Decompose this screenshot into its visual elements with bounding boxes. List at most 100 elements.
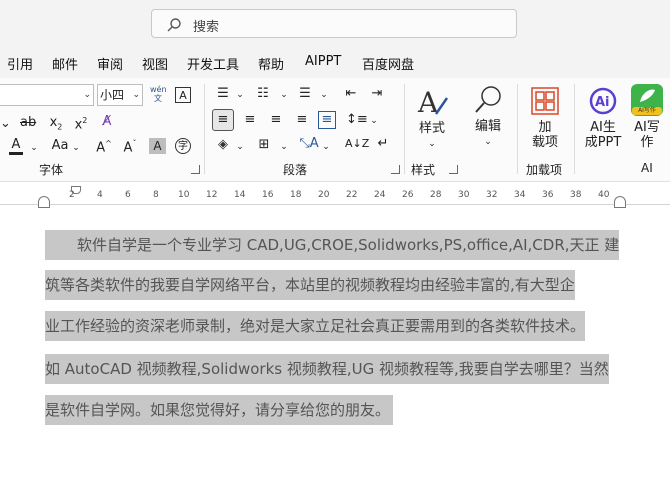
svg-text:Ai: Ai [595, 95, 610, 110]
tab-view[interactable]: 视图 [142, 54, 168, 73]
strikethrough-icon[interactable]: ab [20, 115, 36, 131]
ruler-tick: 18 [290, 190, 302, 200]
tab-baidu-netdisk[interactable]: 百度网盘 [362, 54, 414, 73]
justify-icon[interactable]: ≡ [293, 112, 311, 128]
subscript-icon[interactable]: x2 [49, 115, 63, 136]
grow-font-icon[interactable]: A^ [96, 136, 112, 156]
change-case-icon[interactable]: Aa [50, 138, 70, 154]
shading-icon[interactable]: ◈ [214, 137, 232, 153]
tab-developer[interactable]: 开发工具 [187, 54, 239, 73]
group-divider [404, 84, 405, 174]
chevron-down-icon[interactable]: ⌄ [427, 136, 437, 152]
ruler-tick: 6 [125, 190, 131, 200]
ai-write-label-line2[interactable]: 作 [631, 135, 663, 151]
align-left-icon: ≡ [217, 112, 229, 127]
styles-dialog-launcher-icon[interactable] [449, 165, 458, 174]
ruler-area: 2 4 6 8 10 12 14 16 18 20 22 24 26 28 30… [0, 182, 670, 212]
chevron-down-icon[interactable]: ⌄ [370, 113, 378, 129]
tab-review[interactable]: 审阅 [97, 54, 123, 73]
ai-write-label-line1[interactable]: AI写 [631, 120, 663, 136]
chevron-down-icon[interactable]: ⌄ [483, 134, 493, 150]
ai-ppt-icon[interactable]: Ai [588, 87, 618, 115]
phonetic-bottom: 文 [154, 94, 162, 103]
text-direction-icon[interactable]: ⤡A [298, 136, 320, 152]
chevron-down-icon[interactable]: ⌄ [0, 116, 11, 132]
document-line[interactable]: 是软件自学网。如果您觉得好，请分享给您的朋友。 [45, 395, 394, 425]
document-page[interactable]: 软件自学是一个专业学习 CAD,UG,CROE,Solidworks,PS,of… [0, 212, 670, 478]
clear-formatting-icon[interactable]: A̸ [99, 114, 115, 130]
chevron-down-icon[interactable]: ⌄ [280, 139, 288, 155]
ruler-tick: 22 [346, 190, 358, 200]
ruler-tick: 12 [206, 190, 218, 200]
addins-label-line2[interactable]: 载项 [528, 135, 562, 151]
tab-aippt[interactable]: AIPPT [305, 54, 341, 69]
phonetic-guide-icon[interactable]: wén 文 [150, 85, 167, 103]
ai-ppt-label-line2[interactable]: 成PPT [583, 135, 623, 151]
chevron-down-icon[interactable]: ⌄ [30, 140, 38, 156]
chevron-down-icon[interactable]: ⌄ [320, 87, 328, 103]
find-icon[interactable] [473, 84, 503, 116]
ruler-tick: 36 [542, 190, 554, 200]
tab-references[interactable]: 引用 [7, 54, 33, 73]
chevron-down-icon[interactable]: ⌄ [322, 139, 330, 155]
ruler-tick: 8 [153, 190, 159, 200]
multilevel-list-icon[interactable]: ☰ [296, 86, 314, 102]
ai-write-icon[interactable]: AI写作 [631, 84, 663, 116]
ruler-tick: 4 [97, 190, 103, 200]
styles-button-label[interactable]: 样式 [417, 121, 447, 137]
ai-write-badge: AI写作 [632, 107, 662, 115]
document-line[interactable]: 业工作经验的资深老师录制，绝对是大家立足社会真正要需用到的各类软件技术。 [45, 311, 586, 341]
horizontal-ruler[interactable]: 2 4 6 8 10 12 14 16 18 20 22 24 26 28 30… [0, 186, 670, 205]
group-divider [517, 84, 518, 174]
ruler-tick: 38 [570, 190, 582, 200]
align-left-button[interactable]: ≡ [212, 109, 234, 131]
enclose-characters-icon[interactable]: 字 [175, 138, 191, 154]
document-line[interactable]: 如 AutoCAD 视频教程,Solidworks 视频教程,UG 视频教程等,… [45, 354, 609, 384]
font-size-select[interactable]: 小四 ⌄ [97, 84, 143, 106]
bullets-icon[interactable]: ☰ [214, 86, 232, 102]
superscript-icon[interactable]: x2 [74, 113, 88, 133]
font-name-select[interactable]: ⌄ [0, 84, 94, 106]
align-right-icon[interactable]: ≡ [267, 112, 285, 128]
line-spacing-icon[interactable]: ↕≡ [346, 112, 368, 128]
font-color-icon[interactable]: A [9, 138, 23, 155]
paragraph-dialog-launcher-icon[interactable] [391, 165, 400, 174]
addins-label-line1[interactable]: 加 [531, 120, 559, 136]
shrink-font-icon[interactable]: Aˇ [122, 136, 138, 156]
character-border-icon[interactable]: A [175, 87, 191, 103]
sort-icon[interactable]: A↓Z [345, 136, 369, 152]
document-line[interactable]: 筑等各类软件的我要自学网络平台，本站里的视频教程均由经验丰富的,有大型企 [45, 270, 575, 300]
character-shading-icon[interactable]: A [149, 138, 166, 154]
edit-button-label[interactable]: 编辑 [473, 119, 503, 135]
chevron-down-icon[interactable]: ⌄ [236, 139, 244, 155]
chevron-down-icon[interactable]: ⌄ [72, 140, 80, 156]
styles-gallery-icon[interactable]: A [416, 86, 450, 119]
decrease-indent-icon[interactable]: ⇤ [342, 86, 360, 102]
increase-indent-icon[interactable]: ⇥ [368, 86, 386, 102]
align-center-icon[interactable]: ≡ [241, 112, 259, 128]
chevron-down-icon: ⌄ [132, 90, 140, 100]
font-size-value: 小四 [100, 88, 125, 102]
ribbon-tabs: 引用 邮件 审阅 视图 开发工具 帮助 AIPPT 百度网盘 [0, 48, 670, 78]
document-line[interactable]: 软件自学是一个专业学习 CAD,UG,CROE,Solidworks,PS,of… [45, 230, 620, 260]
search-icon [167, 18, 181, 32]
right-indent-marker[interactable] [614, 196, 626, 208]
ruler-tick: 28 [430, 190, 442, 200]
tab-help[interactable]: 帮助 [258, 54, 284, 73]
chevron-down-icon[interactable]: ⌄ [236, 87, 244, 103]
show-formatting-icon[interactable]: ↵ [374, 136, 392, 152]
distributed-icon[interactable]: ≡ [318, 111, 336, 129]
group-divider [574, 84, 575, 174]
addins-icon[interactable] [531, 87, 559, 115]
numbering-icon[interactable]: ☷ [254, 86, 272, 102]
chevron-down-icon[interactable]: ⌄ [280, 87, 288, 103]
ai-ppt-label-line1[interactable]: AI生 [585, 120, 621, 136]
font-dialog-launcher-icon[interactable] [191, 165, 200, 174]
search-box[interactable]: 搜索 [151, 9, 517, 38]
ruler-tick: 10 [178, 190, 190, 200]
ai-group-label: AI [641, 161, 653, 175]
group-divider [204, 84, 205, 174]
borders-icon[interactable]: ⊞ [255, 137, 273, 153]
tab-mailings[interactable]: 邮件 [52, 54, 78, 73]
left-indent-marker[interactable] [38, 196, 50, 208]
